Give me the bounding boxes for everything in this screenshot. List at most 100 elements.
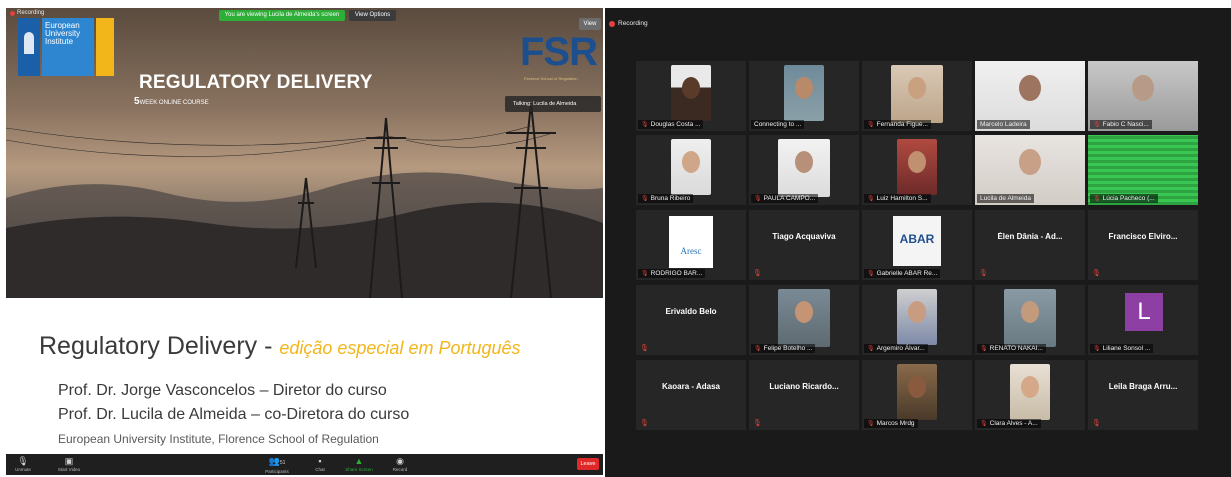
participant-tile[interactable]: 🎙 PAULA CAMPO...	[749, 135, 859, 205]
participant-tile[interactable]: 🎙 Bruna Ribeiro	[636, 135, 746, 205]
chat-icon: ▪	[318, 456, 322, 466]
muted-mic-icon: 🎙	[867, 346, 875, 352]
participant-face	[795, 77, 813, 99]
participant-tile[interactable]: 🎙 Fernanda Figue...	[862, 61, 972, 131]
muted-mic-icon: 🎙	[641, 196, 649, 202]
participant-label-text: Clara Alves - A...	[989, 420, 1038, 427]
gallery-view: Recording 🎙 Douglas Costa ... Connecting t…	[605, 8, 1231, 477]
participant-label-text: Fernanda Figue...	[876, 121, 928, 128]
muted-mic-icon: 🎙	[1093, 122, 1101, 128]
participant-label-text: Lucila de Almeida	[980, 195, 1031, 202]
door-icon	[18, 18, 40, 76]
view-options-button[interactable]: View Options	[349, 10, 396, 21]
participant-tile[interactable]: Connecting to ...	[749, 61, 859, 131]
participants-count: 51	[279, 460, 286, 466]
participant-tile[interactable]: Kaoara - Adasa 🎙	[636, 360, 746, 430]
participant-face	[908, 376, 926, 398]
start-video-button[interactable]: ▣ Start Video	[54, 456, 84, 472]
participant-tile[interactable]: Lucila de Almeida	[975, 135, 1085, 205]
muted-mic-icon: 🎙	[1092, 420, 1101, 427]
participant-label: 🎙 PAULA CAMPO...	[751, 194, 819, 203]
record-icon: ◉	[396, 456, 404, 466]
muted-mic-icon: 🎙	[867, 271, 875, 277]
fsr-logo-sub: Florence School of Regulation	[524, 76, 578, 81]
muted-mic-icon: 🎙	[640, 345, 649, 352]
participant-tile[interactable]: 🎙 Felipe Botelho ...	[749, 285, 859, 355]
share-screen-icon: ▲	[354, 456, 364, 466]
participants-button[interactable]: 👥51 Participants	[260, 456, 294, 474]
participant-video	[784, 65, 824, 121]
video-off-icon: ▣	[64, 456, 74, 466]
participant-label-text: Gabrielle ABAR Re...	[876, 270, 938, 277]
participant-label-text: Douglas Costa ...	[650, 121, 701, 128]
participant-tile[interactable]: Leila Braga Arru... 🎙	[1088, 360, 1198, 430]
participant-label: 🎙 Clara Alves - A...	[977, 419, 1041, 428]
gallery-recording-indicator: Recording	[609, 20, 648, 27]
share-screen-button[interactable]: ▲ Share Screen	[342, 456, 376, 472]
record-label: Record	[392, 467, 408, 472]
unmute-button[interactable]: 🎙 Unmute	[12, 456, 34, 472]
recording-label: Recording	[17, 10, 45, 16]
leave-button[interactable]: Leave	[577, 458, 599, 470]
muted-mic-icon: 🎙	[979, 270, 988, 277]
participant-face	[682, 151, 700, 173]
participant-tile[interactable]: ABAR 🎙 Gabrielle ABAR Re...	[862, 210, 972, 280]
participant-label-text: RENATO NAKAI...	[989, 345, 1043, 352]
participant-label-text: Bruna Ribeiro	[650, 195, 691, 202]
view-button[interactable]: View	[579, 18, 601, 30]
participant-label-text: Felipe Botelho ...	[763, 345, 813, 352]
recording-dot-icon	[609, 20, 615, 27]
participant-video	[897, 289, 937, 345]
participant-tile[interactable]: 🎙 Argemiro Álvar...	[862, 285, 972, 355]
participant-label: 🎙 Fernanda Figue...	[864, 120, 931, 129]
participant-tile[interactable]: 🎙 Clara Alves - A...	[975, 360, 1085, 430]
participant-tile[interactable]: 🎙 Marcos Mrdg	[862, 360, 972, 430]
participant-tile[interactable]: 🎙 Luiz Hamilton S...	[862, 135, 972, 205]
participant-face	[1132, 75, 1154, 101]
participant-video	[778, 139, 830, 197]
participant-tile[interactable]: Francisco Elviro... 🎙	[1088, 210, 1198, 280]
muted-mic-icon: 🎙	[641, 271, 649, 277]
participant-name: Luciano Ricardo...	[769, 382, 839, 391]
participant-tile[interactable]: 🎙 Lúcia Pacheco (...	[1088, 135, 1198, 205]
screen: Recording European University Institute …	[0, 0, 1231, 477]
participant-tile[interactable]: Aresc 🎙 RODRIGO BAR...	[636, 210, 746, 280]
participant-name: Élen Dânia - Ad...	[997, 232, 1063, 241]
participant-tile[interactable]: 🎙 Fabio C Nasci...	[1088, 61, 1198, 131]
fsr-logo-text: FSR	[520, 30, 598, 74]
muted-mic-icon: 🎙	[1093, 346, 1101, 352]
participant-tile[interactable]: Élen Dânia - Ad... 🎙	[975, 210, 1085, 280]
participant-face	[795, 151, 813, 173]
participant-tile[interactable]: 🎙 RENATO NAKAI...	[975, 285, 1085, 355]
participant-label-text: RODRIGO BAR...	[650, 270, 703, 277]
participant-label: 🎙 Marcos Mrdg	[864, 419, 918, 428]
participant-video	[1004, 289, 1056, 347]
participant-tile[interactable]: 🎙 Douglas Costa ...	[636, 61, 746, 131]
participant-tile[interactable]: Marcelo Ladeira	[975, 61, 1085, 131]
participant-video	[897, 139, 937, 195]
viewing-screen-banner: You are viewing Lucila de Almeida's scre…	[219, 10, 345, 21]
participant-video	[671, 139, 711, 195]
participant-tile[interactable]: Erivaldo Belo 🎙	[636, 285, 746, 355]
participant-label-text: Lúcia Pacheco (...	[1102, 195, 1155, 202]
record-button[interactable]: ◉ Record	[388, 456, 412, 472]
participant-tile[interactable]: Tiago Acquaviva 🎙	[749, 210, 859, 280]
chat-button[interactable]: ▪ Chat	[310, 456, 330, 472]
participant-video	[778, 289, 830, 347]
participant-tile[interactable]: L 🎙 Liliane Sonsol ...	[1088, 285, 1198, 355]
participant-name: Erivaldo Belo	[665, 307, 717, 316]
participant-label: 🎙 Felipe Botelho ...	[751, 344, 816, 353]
slide-line-director: Prof. Dr. Jorge Vasconcelos – Diretor do…	[58, 382, 387, 399]
participant-label: 🎙 RENATO NAKAI...	[977, 344, 1046, 353]
participant-label: 🎙 Lúcia Pacheco (...	[1090, 194, 1158, 203]
share-screen-label: Share Screen	[345, 467, 373, 472]
participant-tile[interactable]: Luciano Ricardo... 🎙	[749, 360, 859, 430]
participant-face	[1019, 75, 1041, 101]
participant-label: 🎙 Gabrielle ABAR Re...	[864, 269, 941, 278]
course-subtitle-text: WEEK ONLINE COURSE	[139, 100, 209, 106]
fsr-logo: FSR Florence School of Regulation	[520, 30, 598, 81]
participant-label: Marcelo Ladeira	[977, 120, 1030, 129]
participant-face	[1021, 301, 1039, 323]
muted-mic-icon: 🎙	[754, 346, 762, 352]
meeting-toolbar: 🎙 Unmute ▣ Start Video 👥51 Participants ▪ Ch…	[6, 454, 603, 475]
